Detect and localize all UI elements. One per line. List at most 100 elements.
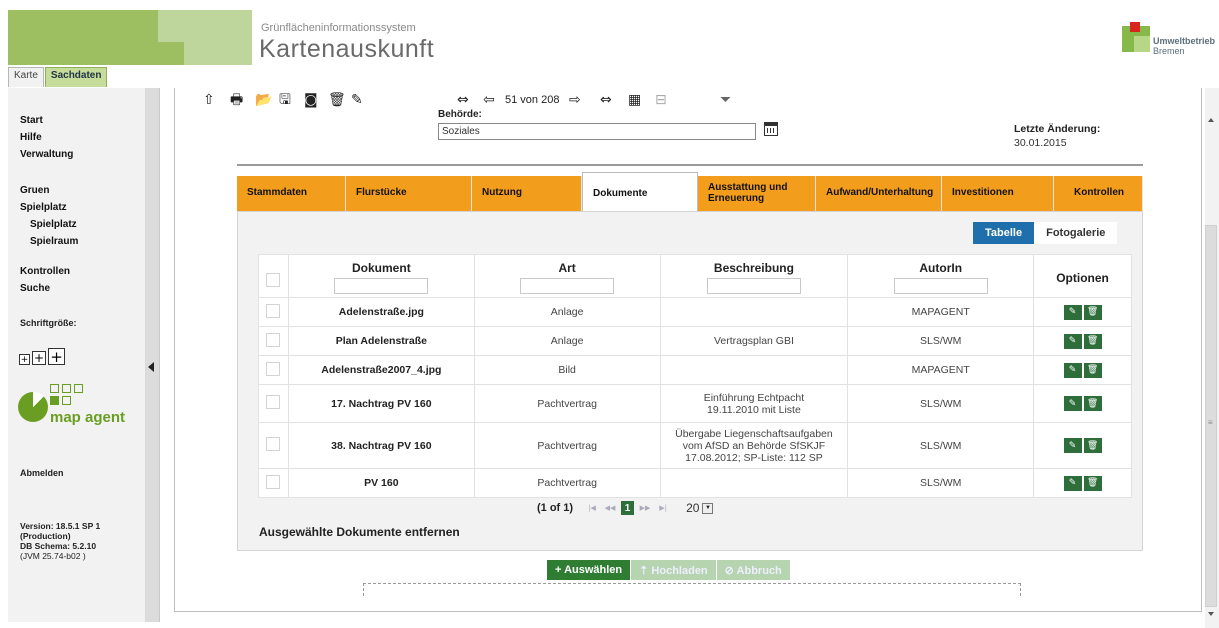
edit-icon[interactable]: ✎ (1063, 438, 1082, 453)
sidebar-item-start[interactable]: Start (20, 112, 73, 129)
file-drop-zone[interactable] (363, 583, 1021, 596)
upload-icon[interactable]: ⇧ (203, 92, 215, 108)
font-size-small-button[interactable]: + (19, 354, 30, 365)
tab-dokumente[interactable]: Dokumente (582, 172, 698, 211)
save-icon[interactable]: 🖫 (279, 92, 291, 108)
upload-button[interactable]: ⇡ Hochladen (631, 560, 716, 580)
record-counter: 51 von 208 (505, 94, 560, 106)
first-page-icon[interactable]: |◀ (585, 501, 599, 515)
font-size-medium-button[interactable]: + (32, 351, 46, 365)
table-row[interactable]: 38. Nachtrag PV 160 Pachtvertrag Übergab… (258, 422, 1132, 469)
column-header: Dokument (287, 254, 475, 298)
upload-actions: + Auswählen ⇡ Hochladen ⊘ Abbruch (547, 560, 790, 580)
table-row[interactable]: 17. Nachtrag PV 160 Pachtvertrag Einführ… (258, 384, 1132, 423)
scroll-up-icon[interactable] (1208, 118, 1214, 122)
current-page-button[interactable]: 1 (621, 501, 635, 515)
delete-icon[interactable]: 🗑 (1083, 362, 1102, 378)
remove-selected-documents[interactable]: Ausgewählte Dokumente entfernen (259, 525, 460, 539)
last-change-label: Letzte Änderung: (1014, 123, 1101, 135)
font-size-controls: + + + (19, 348, 65, 366)
tab-ausstattung[interactable]: Ausstattung und Erneuerung (698, 176, 816, 211)
filter-dokument-input[interactable] (334, 278, 429, 294)
sidebar-item-hilfe[interactable]: Hilfe (20, 129, 73, 146)
logo-shape (18, 392, 48, 422)
choose-file-button[interactable]: + Auswählen (547, 560, 631, 580)
filter-beschreibung-input[interactable] (706, 278, 801, 294)
page-size-select[interactable]: 20 ▼ (686, 501, 714, 515)
row-checkbox[interactable] (266, 395, 281, 409)
print-icon[interactable]: 🖶 (230, 92, 243, 108)
edit-icon[interactable]: ✎ (1063, 333, 1082, 349)
sidebar-subitem-spielplatz[interactable]: Spielplatz (20, 216, 78, 233)
sidebar-item-kontrollen[interactable]: Kontrollen (20, 263, 70, 280)
font-size-large-button[interactable]: + (48, 348, 65, 366)
prev-record-icon[interactable]: ⇦ (483, 92, 495, 108)
delete-icon[interactable]: 🗑 (1083, 333, 1102, 349)
collapse-sidebar-icon[interactable] (148, 362, 154, 372)
tab-karte[interactable]: Karte (8, 67, 44, 87)
row-checkbox[interactable] (266, 474, 281, 489)
open-folder-icon[interactable]: 📂 (255, 92, 272, 108)
select-all-checkbox[interactable] (266, 273, 281, 287)
gallery-view-button[interactable]: Fotogalerie (1034, 222, 1118, 244)
last-record-icon[interactable]: ⇔ (600, 92, 612, 108)
filter-art-input[interactable] (520, 278, 615, 294)
edit-icon[interactable]: ✎ (1063, 362, 1082, 378)
delete-icon[interactable]: 🗑 (1083, 475, 1102, 491)
discard-icon[interactable]: ◙ (304, 92, 318, 108)
sidebar-subitem-spielraum[interactable]: Spielraum (20, 233, 78, 250)
tab-aufwand[interactable]: Aufwand/Unterhaltung (816, 176, 942, 211)
logo-text: map agent (50, 409, 126, 426)
tab-sachdaten[interactable]: Sachdaten (44, 67, 108, 87)
lookup-table-icon[interactable] (764, 122, 778, 136)
row-checkbox[interactable] (266, 361, 281, 376)
table-row[interactable]: Plan Adelenstraße Anlage Vertragsplan GB… (258, 326, 1132, 356)
cancel-upload-button[interactable]: ⊘ Abbruch (716, 560, 790, 580)
table-view-button[interactable]: Tabelle (973, 222, 1035, 244)
tab-investitionen[interactable]: Investitionen (942, 176, 1054, 211)
row-checkbox[interactable] (266, 437, 281, 451)
scrollbar-thumb[interactable] (1205, 225, 1217, 607)
column-header: Art (473, 254, 661, 298)
next-page-icon[interactable]: ▶▶ (638, 501, 652, 515)
sidebar-item-gruen[interactable]: Gruen (20, 182, 78, 199)
cell-art: Pachtvertrag (473, 384, 661, 423)
first-record-icon[interactable]: ⇔ (457, 92, 469, 108)
row-checkbox[interactable] (266, 332, 281, 347)
sidebar-item-verwaltung[interactable]: Verwaltung (20, 146, 73, 163)
table-row[interactable]: PV 160 Pachtvertrag SLS/WM ✎ 🗑 (258, 468, 1132, 498)
delete-icon[interactable]: 🗑 (1083, 396, 1102, 411)
table-row[interactable]: Adelenstraße.jpg Anlage MAPAGENT ✎ 🗑 (258, 297, 1132, 327)
edit-icon[interactable]: ✎ (1063, 396, 1082, 411)
prev-page-icon[interactable]: ◀◀ (603, 501, 617, 515)
sidebar-item-suche[interactable]: Suche (20, 280, 70, 297)
last-page-icon[interactable]: ▶| (656, 501, 670, 515)
row-checkbox[interactable] (266, 303, 281, 318)
tab-kontrollen[interactable]: Kontrollen (1054, 176, 1143, 211)
delete-icon[interactable]: 🗑 (1083, 304, 1102, 320)
edit-icon[interactable]: ✎ (351, 92, 363, 108)
filter-icon[interactable]: ⏷ (720, 92, 731, 108)
export-icon[interactable]: ⊟ (655, 92, 667, 108)
chevron-down-icon[interactable]: ▼ (702, 502, 714, 514)
filter-autorin-input[interactable] (893, 278, 988, 294)
table-icon[interactable]: ▦ (628, 92, 641, 108)
tab-nutzung[interactable]: Nutzung (472, 176, 582, 211)
sidebar: Start Hilfe Verwaltung Gruen Spielplatz … (8, 88, 146, 622)
version-line: (JVM 25.74-b02 ) (20, 551, 86, 561)
cell-optionen: ✎ 🗑 (1033, 326, 1132, 356)
delete-icon[interactable]: 🗑 (1083, 438, 1102, 453)
next-record-icon[interactable]: ⇨ (569, 92, 581, 108)
edit-icon[interactable]: ✎ (1063, 475, 1082, 491)
sidebar-item-spielplatz[interactable]: Spielplatz (20, 199, 78, 216)
edit-icon[interactable]: ✎ (1063, 304, 1082, 320)
tab-flurstuecke[interactable]: Flurstücke (346, 176, 472, 211)
paginator: (1 of 1) |◀ ◀◀ 1 ▶▶ ▶| 20 ▼ (537, 501, 714, 515)
delete-icon[interactable]: 🗑 (328, 92, 346, 108)
behoerde-field[interactable]: Soziales (438, 123, 756, 140)
logout-link[interactable]: Abmelden (20, 468, 64, 478)
tab-stammdaten[interactable]: Stammdaten (237, 176, 346, 211)
table-row[interactable]: Adelenstraße2007_4.jpg Bild MAPAGENT ✎ 🗑 (258, 355, 1132, 385)
sidebar-splitter[interactable] (146, 88, 160, 622)
scroll-down-icon[interactable] (1208, 612, 1214, 616)
